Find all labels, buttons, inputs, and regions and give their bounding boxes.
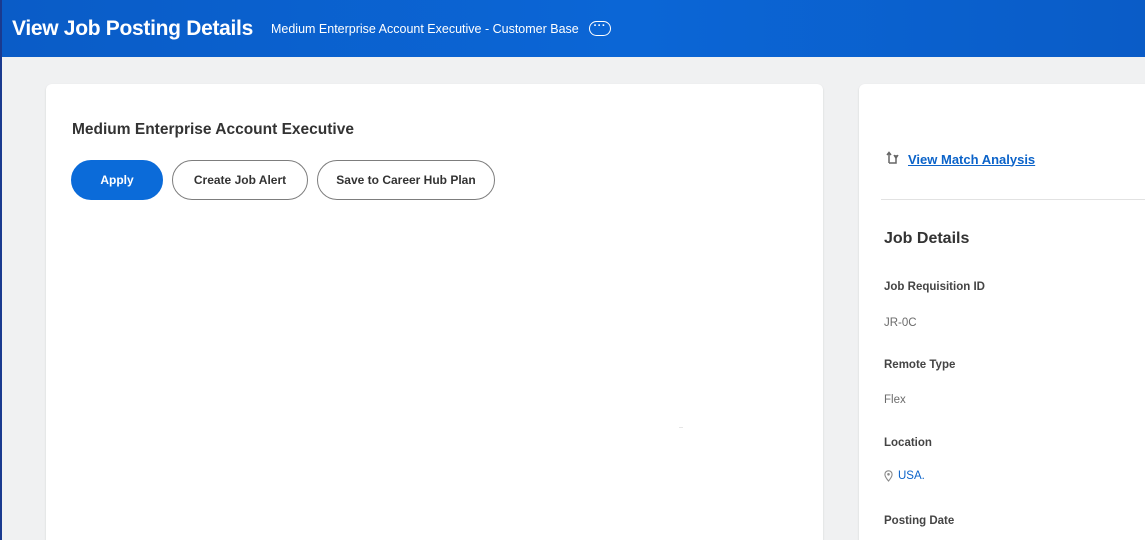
remote-type-label: Remote Type bbox=[884, 359, 956, 371]
job-details-heading: Job Details bbox=[884, 230, 970, 247]
job-requisition-label: Job Requisition ID bbox=[884, 281, 985, 293]
location-value: USA. bbox=[898, 470, 925, 482]
panel-divider bbox=[881, 199, 1145, 200]
job-requisition-value: JR-0C bbox=[884, 317, 917, 329]
page-subtitle: Medium Enterprise Account Executive - Cu… bbox=[270, 21, 579, 36]
job-actions: Apply Create Job Alert Save to Career Hu… bbox=[71, 160, 495, 200]
posting-date-label: Posting Date bbox=[884, 515, 955, 527]
more-horizontal-icon: ··· bbox=[593, 19, 607, 32]
more-options-button[interactable]: ··· bbox=[588, 19, 611, 36]
page-title: View Job Posting Details bbox=[12, 16, 253, 40]
job-posting-card: Medium Enterprise Account Executive Appl… bbox=[46, 84, 823, 540]
job-details-panel: View Match Analysis Job Details Job Requ… bbox=[859, 84, 1145, 540]
location-pin-icon bbox=[884, 470, 893, 482]
location-link[interactable]: USA. bbox=[884, 470, 925, 482]
remote-type-value: Flex bbox=[884, 394, 906, 406]
app-window: View Job Posting Details Medium Enterpri… bbox=[0, 0, 1145, 540]
view-match-analysis-label: View Match Analysis bbox=[908, 151, 1036, 167]
apply-button[interactable]: Apply bbox=[71, 160, 163, 200]
save-to-career-hub-button[interactable]: Save to Career Hub Plan bbox=[317, 160, 495, 200]
compare-arrows-icon bbox=[886, 151, 900, 167]
view-match-analysis-link[interactable]: View Match Analysis bbox=[886, 151, 1035, 167]
page-header: View Job Posting Details Medium Enterpri… bbox=[2, 0, 1145, 57]
location-label: Location bbox=[884, 437, 932, 449]
job-title: Medium Enterprise Account Executive bbox=[72, 121, 354, 138]
create-job-alert-button[interactable]: Create Job Alert bbox=[172, 160, 308, 200]
divider-fragment bbox=[679, 427, 683, 428]
